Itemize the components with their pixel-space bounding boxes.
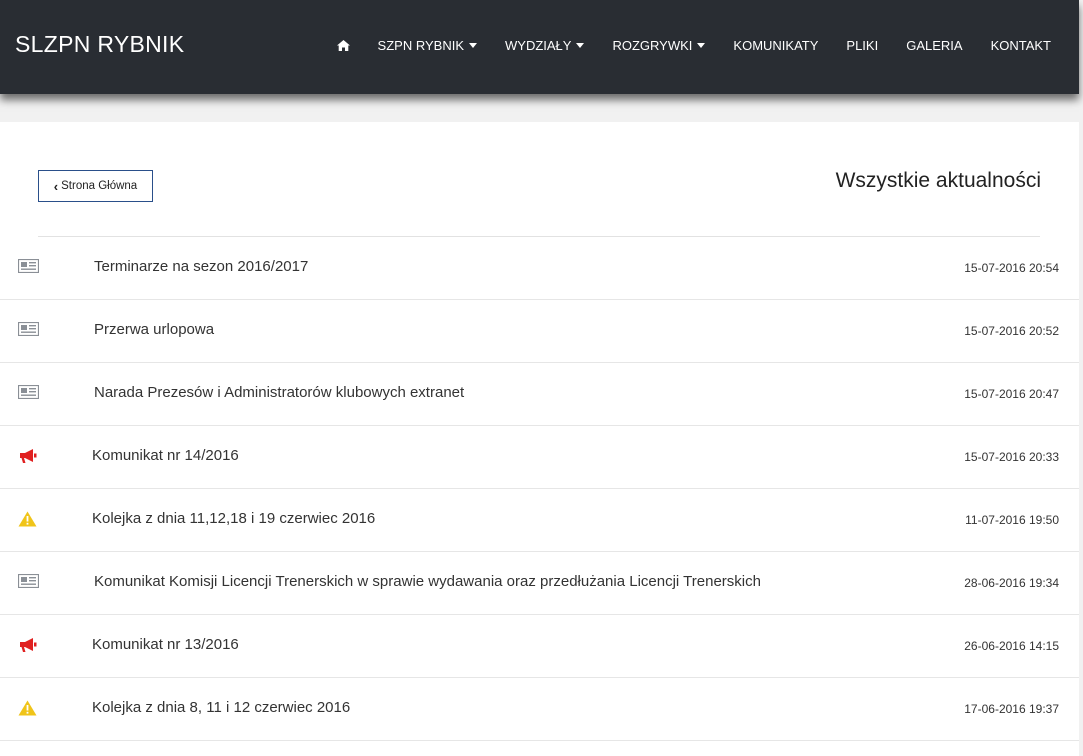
caret-down-icon	[469, 43, 477, 48]
news-title[interactable]: Terminarze na sezon 2016/2017	[94, 258, 308, 275]
newspaper-icon	[17, 573, 40, 592]
main-nav: SZPN RYBNIK WYDZIAŁY ROZGRYWKI KOMUNIKAT…	[336, 38, 1051, 53]
nav-wydzialy-label: WYDZIAŁY	[505, 38, 572, 53]
news-title[interactable]: Komunikat nr 13/2016	[92, 636, 239, 653]
nav-komunikaty-label: KOMUNIKATY	[733, 38, 819, 53]
news-title[interactable]: Komunikat nr 14/2016	[92, 447, 239, 464]
back-home-button[interactable]: ‹ Strona Główna	[38, 170, 153, 202]
news-row[interactable]: Narada Prezesów i Administratorów klubow…	[0, 363, 1079, 426]
nav-kontakt-label: KONTAKT	[990, 38, 1051, 53]
caret-down-icon	[576, 43, 585, 48]
top-navbar: SLZPN RYBNIK SZPN RYBNIK WYDZIAŁY ROZGRY…	[0, 0, 1079, 94]
newspaper-icon	[17, 384, 40, 403]
nav-galeria-label: GALERIA	[906, 38, 963, 53]
nav-home[interactable]	[336, 40, 350, 51]
nav-pliki-label: PLIKI	[846, 38, 879, 53]
news-date: 17-06-2016 19:37	[964, 702, 1059, 716]
news-title[interactable]: Komunikat Komisji Licencji Trenerskich w…	[94, 573, 761, 590]
news-row[interactable]: Komunikat nr 14/2016 15-07-2016 20:33	[0, 426, 1079, 489]
news-title[interactable]: Kolejka z dnia 8, 11 i 12 czerwiec 2016	[92, 699, 350, 716]
chevron-left-icon: ‹	[53, 178, 59, 194]
news-date: 28-06-2016 19:34	[964, 576, 1059, 590]
back-home-label: Strona Główna	[61, 180, 138, 192]
warning-icon	[18, 511, 40, 529]
nav-pliki[interactable]: PLIKI	[846, 38, 878, 53]
megaphone-icon	[18, 637, 40, 655]
nav-rozgrywki-label: ROZGRYWKI	[612, 38, 693, 53]
page-title: Wszystkie aktualności	[835, 169, 1041, 192]
nav-galeria[interactable]: GALERIA	[906, 38, 962, 53]
nav-wydzialy[interactable]: WYDZIAŁY	[505, 38, 585, 53]
news-row[interactable]: Terminarze na sezon 2016/2017 15-07-2016 …	[0, 237, 1079, 300]
news-date: 26-06-2016 14:15	[964, 639, 1059, 653]
news-row[interactable]: Kolejka z dnia 11,12,18 i 19 czerwiec 20…	[0, 489, 1079, 552]
news-title[interactable]: Narada Prezesów i Administratorów klubow…	[94, 384, 464, 401]
news-row[interactable]: Przerwa urlopowa 15-07-2016 20:52	[0, 300, 1079, 363]
newspaper-icon	[17, 321, 40, 340]
megaphone-icon	[18, 448, 40, 466]
site-brand[interactable]: SLZPN RYBNIK	[15, 31, 184, 58]
caret-down-icon	[697, 43, 706, 48]
home-icon	[336, 40, 350, 51]
news-date: 15-07-2016 20:54	[964, 261, 1059, 275]
nav-komunikaty[interactable]: KOMUNIKATY	[733, 38, 818, 53]
news-row[interactable]: Komunikat nr 13/2016 26-06-2016 14:15	[0, 615, 1079, 678]
news-list: Terminarze na sezon 2016/2017 15-07-2016 …	[0, 237, 1079, 741]
news-row[interactable]: Kolejka z dnia 8, 11 i 12 czerwiec 2016 1…	[0, 678, 1079, 741]
nav-szpn-rybnik[interactable]: SZPN RYBNIK	[378, 38, 477, 53]
news-title[interactable]: Przerwa urlopowa	[94, 321, 214, 338]
news-date: 11-07-2016 19:50	[965, 513, 1059, 527]
news-title[interactable]: Kolejka z dnia 11,12,18 i 19 czerwiec 20…	[92, 510, 375, 527]
nav-rozgrywki[interactable]: ROZGRYWKI	[612, 38, 706, 53]
news-row[interactable]: Komunikat Komisji Licencji Trenerskich w…	[0, 552, 1079, 615]
news-date: 15-07-2016 20:33	[964, 450, 1059, 464]
news-panel: ‹ Strona Główna Wszystkie aktualności Te…	[0, 122, 1079, 756]
warning-icon	[18, 700, 40, 718]
nav-szpn-rybnik-label: SZPN RYBNIK	[377, 38, 464, 53]
nav-kontakt[interactable]: KONTAKT	[991, 38, 1051, 53]
newspaper-icon	[17, 258, 40, 277]
news-date: 15-07-2016 20:47	[964, 387, 1059, 401]
news-date: 15-07-2016 20:52	[964, 324, 1059, 338]
